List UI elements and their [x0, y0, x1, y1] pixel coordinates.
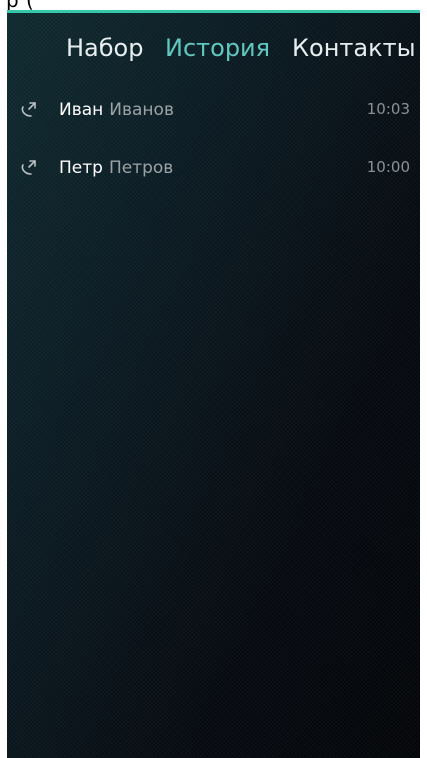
outgoing-call-icon — [21, 160, 36, 175]
call-list-item[interactable]: Петр Петров 10:00 — [7, 156, 420, 214]
contact-name: Иван Иванов — [59, 100, 174, 120]
call-history-screen: Набор История Контакты Иван Иванов 10:03 … — [7, 10, 420, 758]
tab-contacts[interactable]: Контакты — [292, 34, 416, 62]
contact-first-name: Петр — [59, 158, 103, 178]
tab-bar: Набор История Контакты — [7, 34, 420, 74]
contact-last-name: Иванов — [109, 100, 174, 120]
contact-first-name: Иван — [59, 100, 104, 120]
call-list-item[interactable]: Иван Иванов 10:03 — [7, 98, 420, 156]
call-time: 10:03 — [366, 100, 410, 118]
tab-history[interactable]: История — [165, 34, 270, 62]
call-time: 10:00 — [366, 158, 410, 176]
cropped-header-text: р ( — [6, 0, 34, 10]
accent-top-line — [7, 10, 420, 13]
call-history-list: Иван Иванов 10:03 Петр Петров 10:00 — [7, 98, 420, 214]
contact-last-name: Петров — [108, 158, 174, 178]
top-cropped-text-strip: р ( — [0, 0, 427, 10]
contact-name: Петр Петров — [59, 158, 173, 178]
tab-dialer[interactable]: Набор — [66, 34, 143, 62]
outgoing-call-icon — [21, 102, 36, 117]
